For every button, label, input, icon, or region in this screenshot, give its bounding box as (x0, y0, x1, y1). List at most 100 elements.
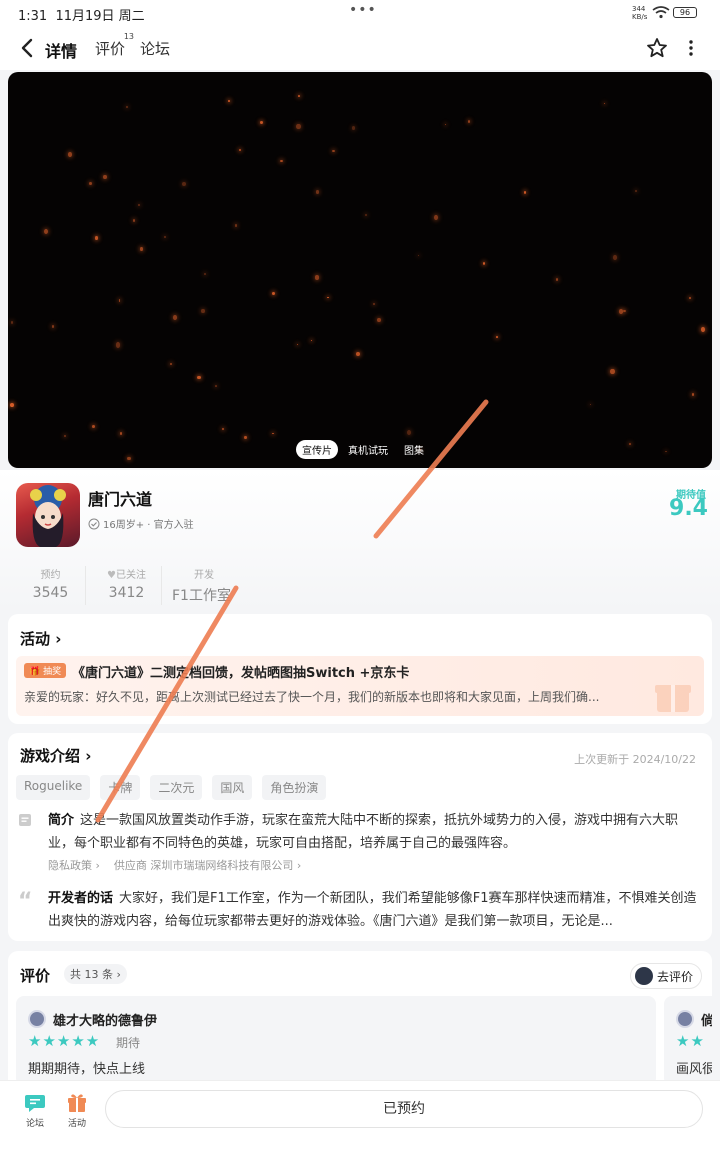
media-tab-trailer[interactable]: 宣传片 (296, 440, 338, 459)
ember-spark (612, 255, 617, 260)
quote-icon: “ (18, 889, 33, 914)
back-arrow-icon[interactable] (18, 37, 38, 59)
activity-heading[interactable]: 活动 › (20, 628, 61, 649)
avatar (634, 967, 653, 985)
developer-words[interactable]: 开发者的话 大家好，我们是F1工作室，作为一个新团队，我们希望能够像F1赛车那样快… (48, 887, 698, 933)
ember-spark (444, 123, 447, 126)
review-count-link[interactable]: 共 13 条 › (64, 964, 127, 984)
review-item[interactable]: 倘 ★★ 画风很 (664, 996, 712, 1086)
activity-banner[interactable]: 🎁 抽奖 《唐门六道》二测定档回馈，发帖晒图抽Switch +京东卡 亲爱的玩家… (16, 656, 704, 716)
ember-spark (138, 204, 140, 206)
ember-spark (164, 236, 166, 238)
ember-spark (197, 375, 201, 379)
ember-spark (181, 182, 186, 187)
ember-spark (44, 228, 49, 234)
wifi-icon (652, 6, 670, 19)
review-text: 画风很 (676, 1062, 712, 1077)
activity-title: 《唐门六道》二测定档回馈，发帖晒图抽Switch +京东卡 (72, 666, 410, 681)
ember-spark (407, 430, 412, 435)
ember-spark (244, 436, 248, 440)
tag-item[interactable]: Roguelike (16, 775, 91, 800)
status-dots: ••• (349, 2, 377, 18)
verified-check-icon (88, 518, 100, 529)
ember-spark (377, 317, 381, 322)
forum-chat-icon (25, 1095, 45, 1112)
game-app-icon (16, 483, 80, 547)
tab-detail[interactable]: 详情 (42, 38, 80, 62)
stat-developer[interactable]: 开发 F1工作室 (168, 566, 288, 605)
tag-item[interactable]: 角色扮演 (262, 775, 327, 800)
intro-heading[interactable]: 游戏介绍 › (20, 745, 91, 766)
ember-spark (331, 149, 335, 153)
ember-spark (119, 432, 122, 435)
ember-spark (356, 352, 361, 357)
tag-item[interactable]: 卡牌 (100, 775, 141, 800)
net-speed: 344 KB/s (632, 5, 648, 21)
ember-spark (67, 152, 72, 158)
game-title: 唐门六道 (88, 490, 153, 509)
game-meta: 16周岁+ · 官方入驻 (88, 516, 194, 531)
write-review-button[interactable]: 去评价 (629, 963, 702, 989)
rating-stars: ★★★★★ (28, 1032, 101, 1050)
reviews-count-badge: 13 (123, 32, 135, 41)
supplier-link[interactable]: 供应商 深圳市瑞瑞网络科技有限公司 › (114, 857, 301, 873)
ember-spark (589, 403, 591, 406)
ember-spark (700, 327, 706, 332)
chevron-right-icon: › (85, 747, 92, 765)
ember-spark (10, 403, 15, 408)
ember-spark (203, 272, 207, 275)
expectation-score: 9.4 (669, 496, 708, 521)
ember-spark (228, 99, 231, 102)
ember-spark (692, 393, 695, 396)
tab-reviews[interactable]: 评价 13 (95, 32, 134, 59)
tag-item[interactable]: 二次元 (150, 775, 203, 800)
stat-reservations: 预约 3545 (16, 566, 86, 605)
ember-spark (618, 309, 624, 315)
tab-forum[interactable]: 论坛 (140, 38, 170, 59)
privacy-policy-link[interactable]: 隐私政策 › (48, 857, 100, 873)
ember-spark (215, 384, 218, 387)
ember-spark (373, 302, 376, 305)
media-tab-gallery[interactable]: 图集 (398, 440, 430, 459)
media-tab-gameplay[interactable]: 真机试玩 (342, 440, 394, 459)
reviews-heading: 评价 (20, 967, 51, 985)
ember-spark (280, 160, 284, 163)
tag-item[interactable]: 国风 (212, 775, 253, 800)
ember-spark (628, 442, 631, 445)
avatar (676, 1010, 694, 1028)
ember-spark (259, 120, 263, 124)
ember-spark (688, 297, 692, 300)
gift-icon (68, 1094, 86, 1112)
intro-summary[interactable]: 简介 这是一款国风放置类动作手游，玩家在蛮荒大陆中不断的探索，抵抗外域势力的入侵，… (48, 809, 698, 855)
bottom-bar: 论坛 活动 已预约 (0, 1080, 720, 1152)
ember-spark (603, 102, 606, 105)
document-icon (19, 814, 31, 826)
ember-spark (482, 261, 486, 266)
ember-spark (170, 362, 173, 365)
favorite-star-icon[interactable] (646, 37, 668, 59)
ember-spark (115, 342, 121, 348)
ember-spark (635, 189, 637, 192)
reserved-button[interactable]: 已预约 (105, 1090, 703, 1128)
ember-spark (623, 310, 626, 313)
review-item[interactable]: 雄才大略的德鲁伊 ★★★★★ 期待 期期期待，快点上线 (16, 996, 656, 1086)
ember-spark (665, 450, 667, 453)
more-options-icon[interactable] (686, 38, 696, 58)
reviews-card: 评价 共 13 条 › 去评价 雄才大略的德鲁伊 ★★★★★ 期待 期期期待，快… (8, 951, 712, 1091)
ember-spark (296, 123, 301, 130)
review-label: 期待 (116, 1036, 141, 1050)
ember-spark (496, 336, 498, 339)
ember-spark (310, 340, 313, 342)
ember-spark (173, 315, 178, 320)
ember-spark (103, 174, 107, 180)
status-time: 1:31 11月19日 周二 (18, 9, 145, 24)
ember-spark (418, 255, 420, 257)
ember-spark (201, 308, 206, 314)
battery-indicator: 96 (673, 7, 697, 18)
bottom-forum-button[interactable]: 论坛 (15, 1091, 55, 1129)
ember-spark (234, 224, 238, 227)
game-info: 唐门六道 16周岁+ · 官方入驻 期待值 9.4 预约 3545 ♥已关注 3… (0, 470, 720, 610)
promo-video-player[interactable] (8, 72, 712, 468)
bottom-activity-button[interactable]: 活动 (57, 1091, 97, 1129)
game-stats: 预约 3545 ♥已关注 3412 开发 F1工作室 (16, 566, 294, 605)
